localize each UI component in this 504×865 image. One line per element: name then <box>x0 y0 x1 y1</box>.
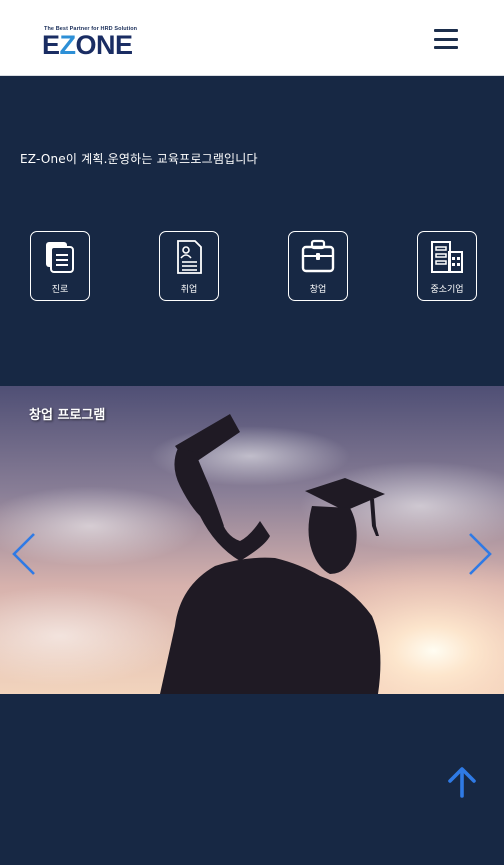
category-label: 취업 <box>180 285 198 295</box>
program-slider[interactable]: 창업 프로그램 <box>0 386 504 694</box>
chevron-right-icon[interactable] <box>466 531 496 577</box>
graduate-silhouette-image <box>0 386 504 694</box>
category-career-button[interactable]: 진로 <box>30 231 90 301</box>
documents-icon <box>46 242 74 273</box>
slider-title: 창업 프로그램 <box>29 408 106 423</box>
category-employment-button[interactable]: 취업 <box>159 231 219 301</box>
category-sme-button[interactable]: 중소기업 <box>417 231 477 301</box>
chevron-left-icon[interactable] <box>8 531 38 577</box>
category-label: 진로 <box>51 285 69 295</box>
building-icon <box>431 241 463 273</box>
briefcase-icon <box>301 239 335 273</box>
ezone-logo[interactable]: The Best Partner for HRD Solution EZONE <box>42 26 138 60</box>
site-header: The Best Partner for HRD Solution EZONE <box>0 0 504 76</box>
category-label: 중소기업 <box>430 285 464 295</box>
category-label: 창업 <box>309 285 327 295</box>
resume-icon <box>177 240 202 274</box>
arrow-up-icon[interactable] <box>446 765 478 799</box>
logo-wordmark: EZONE <box>42 30 133 60</box>
hamburger-menu-icon[interactable] <box>434 29 458 49</box>
intro-text: EZ-One이 계획.운영하는 교육프로그램입니다 <box>20 152 258 166</box>
category-startup-button[interactable]: 창업 <box>288 231 348 301</box>
